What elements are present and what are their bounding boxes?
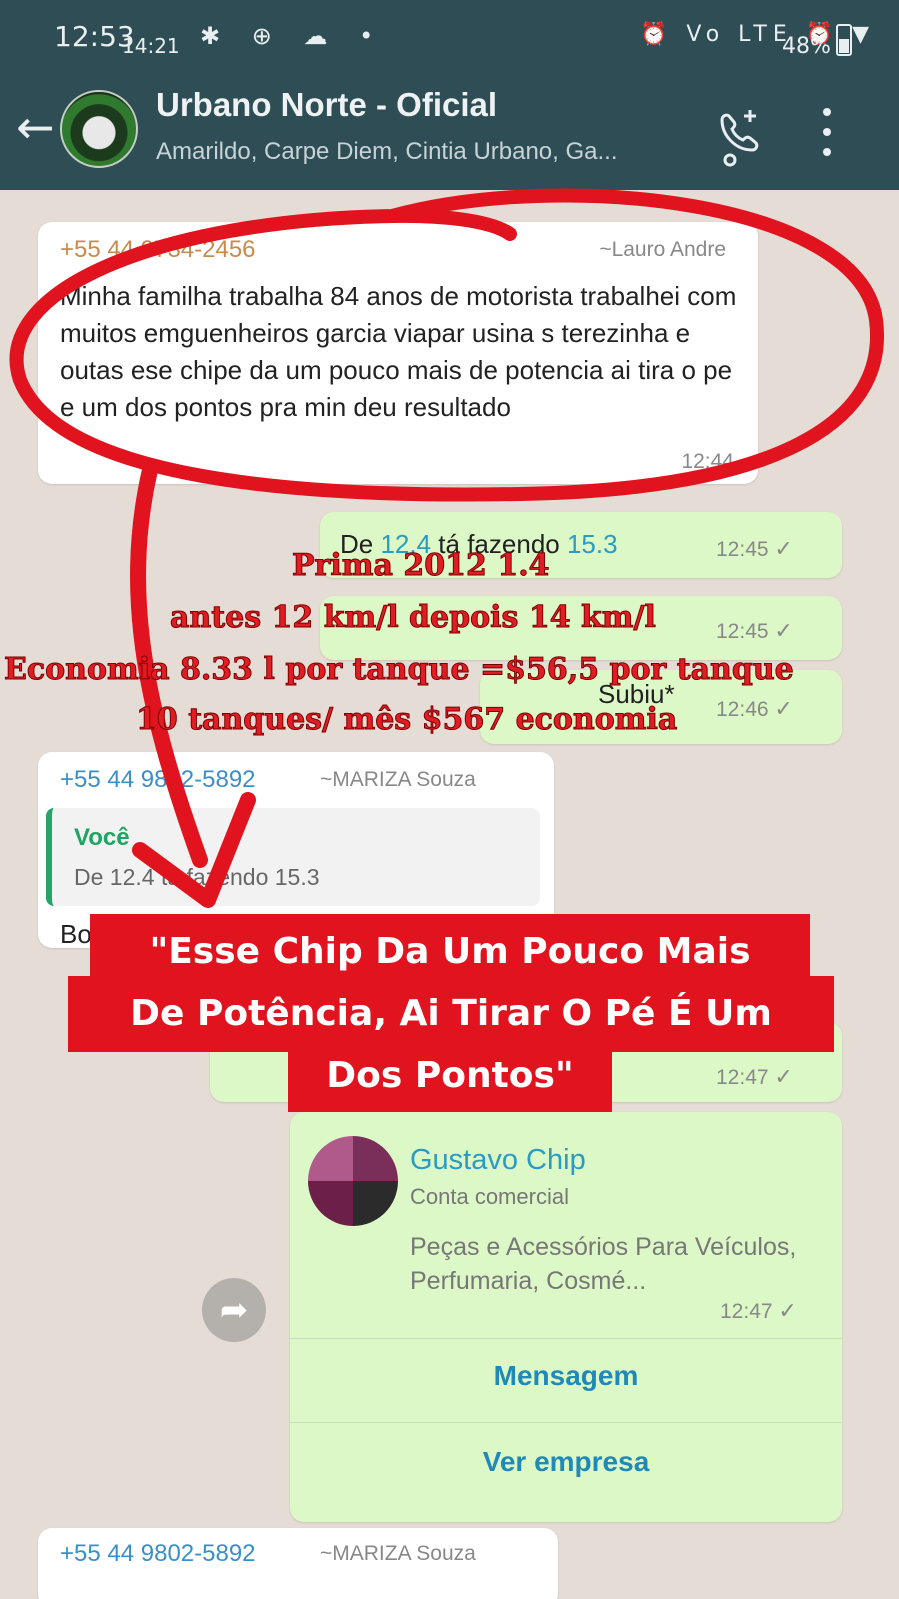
- group-avatar[interactable]: [60, 90, 138, 168]
- sent-check-icon: ✓: [774, 696, 793, 721]
- message-time: 12:47 ✓: [716, 1064, 793, 1090]
- notification-icons: ✱ ⊕ ☁ •: [200, 22, 386, 50]
- message-time: 12:46 ✓: [716, 696, 793, 722]
- business-account-type: Conta comercial: [410, 1184, 569, 1209]
- chat-title[interactable]: Urbano Norte - Oficial: [156, 86, 497, 124]
- overlay-consumption: antes 12 km/l depois 14 km/l: [170, 600, 657, 636]
- message-sender-number[interactable]: +55 44 9802-5892: [60, 1540, 256, 1568]
- business-contact-card[interactable]: Gustavo Chip Conta comercial Peças e Ace…: [290, 1112, 842, 1522]
- message-time-text: 12:47: [720, 1300, 773, 1323]
- quote-text: De 12.4 tá fazendo 15.3: [74, 864, 320, 890]
- message-sender-number[interactable]: +55 44 9802-5892: [60, 766, 256, 794]
- quote-author: Você: [74, 824, 130, 851]
- message-time-text: 12:45: [716, 620, 769, 643]
- message-sender-number[interactable]: +55 44 9734-2456: [60, 236, 256, 264]
- sent-check-icon: ✓: [774, 618, 793, 643]
- message-time-text: 12:46: [716, 698, 769, 721]
- message-bubble-8[interactable]: +55 44 9802-5892 ~MARIZA Souza: [38, 1528, 558, 1599]
- message-text: Minha familha trabalha 84 anos de motori…: [60, 281, 737, 422]
- overlay-car-model: Prima 2012 1.4: [292, 548, 551, 584]
- view-business-button[interactable]: Ver empresa: [290, 1446, 842, 1478]
- message-sender-name: ~MARIZA Souza: [320, 1542, 476, 1565]
- quoted-message[interactable]: Você De 12.4 tá fazendo 15.3: [46, 808, 540, 906]
- chat-participants[interactable]: Amarildo, Carpe Diem, Cintia Urbano, Ga.…: [156, 138, 618, 166]
- back-arrow-icon[interactable]: ←: [16, 104, 55, 150]
- app-header: 12:53 14:21 ✱ ⊕ ☁ • ⏰ Vo LTE ⏰ ▼ 48% ← U…: [0, 0, 899, 190]
- message-time-text: 12:47: [716, 1066, 769, 1089]
- message-time: 12:45 ✓: [716, 618, 793, 644]
- sent-check-icon: ✓: [778, 1298, 797, 1323]
- sent-check-icon: ✓: [774, 1064, 793, 1089]
- overlay-savings-per-tank: Economia 8.33 l por tanque =$56,5 por ta…: [4, 652, 795, 688]
- overlay-monthly-savings: 10 tanques/ mês $567 economia: [135, 702, 678, 738]
- message-sender-name: ~Lauro Andre: [599, 238, 726, 261]
- sent-check-icon: ✓: [774, 536, 793, 561]
- message-time: 12:45 ✓: [716, 536, 793, 562]
- message-text: Bo: [60, 919, 92, 949]
- message-time: 12:44: [681, 450, 734, 473]
- business-description: Peças e Acessórios Para Veículos, Perfum…: [410, 1233, 797, 1295]
- divider: [290, 1422, 842, 1423]
- business-name[interactable]: Gustavo Chip: [410, 1144, 586, 1177]
- business-avatar[interactable]: [308, 1136, 398, 1226]
- forward-icon[interactable]: ➦: [202, 1278, 266, 1342]
- battery-level: 48%: [782, 34, 831, 59]
- add-call-icon[interactable]: [716, 106, 760, 168]
- status-time-overlay: 14:21: [122, 34, 180, 58]
- more-vert-icon[interactable]: [822, 108, 832, 168]
- value-to: 15.3: [566, 529, 618, 559]
- message-time-text: 12:45: [716, 538, 769, 561]
- message-time: 12:47 ✓: [720, 1298, 797, 1324]
- battery-icon: [836, 24, 852, 56]
- divider: [290, 1338, 842, 1339]
- quote-callout-line-3: Dos Pontos": [288, 1040, 612, 1112]
- message-sender-name: ~MARIZA Souza: [320, 768, 476, 791]
- message-business-button[interactable]: Mensagem: [290, 1360, 842, 1392]
- message-bubble-1[interactable]: +55 44 9734-2456 ~Lauro Andre Minha fami…: [38, 222, 758, 484]
